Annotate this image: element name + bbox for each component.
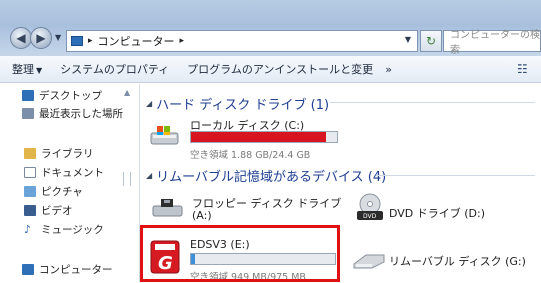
refresh-icon: ↻: [425, 34, 437, 48]
music-icon: ♪: [24, 223, 32, 236]
drive-name-letter: (A:): [192, 209, 212, 222]
sidebar-item-documents[interactable]: ドキュメント: [24, 165, 104, 180]
computer-small-icon: [71, 36, 83, 46]
breadcrumb-computer[interactable]: コンピューター: [98, 33, 175, 49]
pictures-icon: [24, 186, 36, 197]
scroll-up-icon[interactable]: ▲: [124, 88, 130, 97]
sidebar-item-pictures[interactable]: ピクチャ: [24, 184, 83, 199]
drive-name: フロッピー ディスク ドライブ: [192, 197, 342, 210]
hard-drive-icon: [150, 126, 179, 145]
command-bar: 整理 ▼ システムのプロパティ プログラムのアンインストールと変更 » ☷: [0, 56, 541, 83]
search-placeholder: コンピューターの検索: [450, 30, 540, 56]
more-commands-button[interactable]: »: [385, 63, 392, 76]
documents-icon: [24, 167, 36, 178]
group-divider: [330, 102, 535, 103]
videos-icon: [24, 205, 36, 216]
floppy-drive-icon: [152, 199, 183, 217]
sidebar-item-desktop[interactable]: デスクトップ: [22, 88, 102, 103]
back-arrow-icon: ◀: [16, 31, 26, 45]
svg-text:DVD: DVD: [363, 213, 377, 220]
drive-name: DVD ドライブ (D:): [389, 207, 486, 220]
group-header-removable[interactable]: ◢ リムーバブル記憶域があるデバイス (4): [146, 166, 386, 185]
recent-pages-dropdown-icon[interactable]: ▼: [55, 33, 61, 42]
dvd-drive-icon: DVD: [357, 193, 383, 220]
drive-usage-fill: [191, 132, 326, 142]
highlight-box: [140, 225, 340, 282]
drive-usage-bar: [190, 131, 338, 143]
drive-name: リムーバブル ディスク (G:): [389, 255, 526, 268]
sidebar-item-computer[interactable]: コンピューター: [22, 262, 113, 277]
breadcrumb-separator-2[interactable]: ▸: [180, 36, 185, 46]
back-button[interactable]: ◀: [10, 27, 32, 49]
view-options-icon[interactable]: ☷: [517, 63, 529, 75]
search-input[interactable]: コンピューターの検索: [443, 30, 541, 56]
forward-arrow-icon: ▶: [36, 31, 46, 45]
group-header-hdd[interactable]: ◢ ハード ディスク ドライブ (1): [146, 94, 329, 113]
recent-places-icon: [22, 108, 34, 119]
refresh-button[interactable]: ↻: [420, 30, 442, 52]
forward-button[interactable]: ▶: [30, 27, 52, 49]
collapse-arrow-icon: ◢: [146, 171, 153, 180]
organize-menu[interactable]: 整理 ▼: [12, 61, 42, 77]
group-divider: [376, 175, 535, 176]
sidebar-scroll-thumb[interactable]: [123, 172, 131, 186]
sidebar-item-library[interactable]: ライブラリ: [24, 146, 94, 161]
address-dropdown-icon[interactable]: ▼: [405, 35, 411, 44]
system-properties-button[interactable]: システムのプロパティ: [60, 61, 169, 77]
library-icon: [24, 148, 36, 159]
drive-free-space: 空き領域 1.88 GB/24.4 GB: [190, 150, 311, 161]
address-bar[interactable]: ▸ コンピューター ▸ ▼: [66, 30, 418, 52]
computer-icon: [22, 264, 34, 275]
sidebar-item-videos[interactable]: ビデオ: [24, 203, 73, 218]
breadcrumb-separator[interactable]: ▸: [88, 36, 93, 46]
uninstall-program-button[interactable]: プログラムのアンインストールと変更: [187, 61, 373, 77]
removable-disk-icon: [353, 254, 385, 269]
desktop-icon: [22, 90, 34, 101]
sidebar-item-recent[interactable]: 最近表示した場所: [22, 106, 123, 121]
collapse-arrow-icon: ◢: [146, 99, 153, 108]
sidebar-item-music[interactable]: ♪ ミュージック: [24, 222, 104, 237]
